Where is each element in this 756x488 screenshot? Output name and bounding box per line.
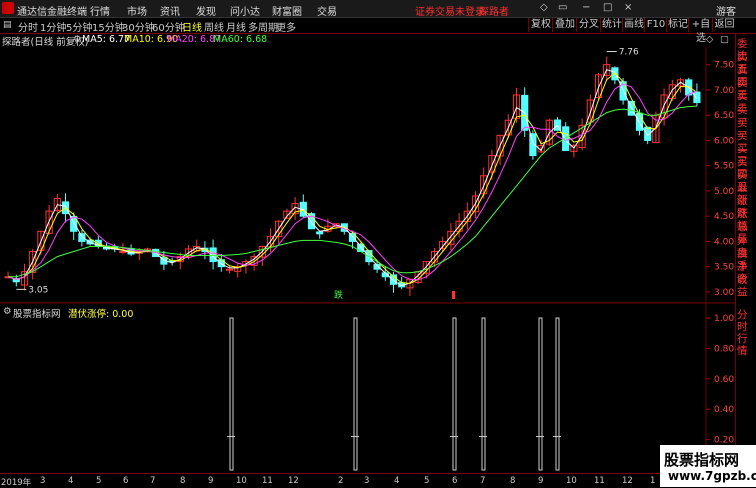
price-tick-label-1: 7.00 [714,86,734,96]
watermark-logo: 股票指标网 www.7gpzb.com [660,445,756,487]
date-tick-16: 7 [480,476,486,486]
date-tick-9: 11 [262,476,273,486]
date-tick-2: 4 [68,476,74,486]
indicator-spike-4 [538,317,543,471]
ind-tick-label-1: 0.80 [714,344,734,354]
date-tick-6: 8 [180,476,186,486]
price-tick-label-6: 4.50 [714,212,734,222]
price-tick-label-9: 3.00 [714,288,734,298]
indicator-spike-5 [555,317,560,471]
ma60-line [8,105,697,278]
indicator-spike-2 [452,317,457,471]
price-tick-label-3: 6.00 [714,136,734,146]
high-price-label: 7.76 [619,48,639,58]
date-tick-3: 5 [96,476,102,486]
date-tick-5: 7 [150,476,156,486]
price-tick-label-7: 4.00 [714,237,734,247]
date-tick-13: 4 [394,476,400,486]
indicator-spike-3 [481,317,486,471]
date-tick-15: 6 [452,476,458,486]
date-axis: 2019年 3 4 5 6 7 8 9 10 11 12 2 3 4 5 6 7 8 9 10 11 12 1 [0,473,660,488]
date-tick-7: 9 [208,476,214,486]
date-tick-0: 2019年 [1,478,32,488]
event-marker-red [452,291,455,299]
date-tick-10: 12 [288,476,299,486]
watermark-url: www.7gpzb.com [668,469,756,483]
price-tick-label-8: 3.50 [714,263,734,273]
quote-sidebar: 委比 卖五 卖四 卖三 卖二 卖一 买一 买二 买三 买四 买五 最新 涨跌 涨幅 总量 外盘 换手 净资 收益 分时… [735,34,756,487]
date-tick-20: 11 [594,476,605,486]
price-tick-label-5: 5.00 [714,187,734,197]
chart-area[interactable]: 7.50 7.00 6.50 6.00 5.50 5.00 4.50 4.00 3.50 3.00… [0,0,756,487]
low-price-label: 3.05 [28,285,48,295]
sidebar-item-19[interactable]: 分时 [737,309,756,333]
price-tick-label-4: 5.50 [714,162,734,172]
date-tick-11: 2 [338,476,344,486]
date-tick-14: 5 [424,476,430,486]
event-marker-label: 跌 [334,290,343,301]
date-tick-8: 10 [236,476,247,486]
ma5-line [7,69,698,287]
sidebar-item-20[interactable]: 行情 [737,333,756,357]
price-tick-label-0: 7.50 [714,61,734,71]
ind-tick-label-0: 1.00 [714,314,734,324]
candle-body-14 [119,251,127,254]
watermark-title: 股票指标网 [664,451,740,469]
date-tick-18: 9 [538,476,544,486]
candle-body-84 [693,91,701,104]
date-tick-21: 12 [622,476,633,486]
indicator-spike-1 [353,317,358,471]
ind-tick-label-3: 0.40 [714,405,734,415]
sidebar-item-18[interactable]: 收益 [737,274,756,298]
date-tick-22: 1 [650,476,656,486]
date-tick-4: 6 [123,476,129,486]
candle-body-38 [316,231,324,235]
ind-tick-label-2: 0.60 [714,375,734,385]
date-tick-12: 3 [364,476,370,486]
price-tick-label-2: 6.50 [714,111,734,121]
indicator-spike-0 [229,317,234,471]
date-tick-19: 10 [566,476,577,486]
date-tick-1: 3 [40,476,46,486]
date-tick-17: 8 [510,476,516,486]
